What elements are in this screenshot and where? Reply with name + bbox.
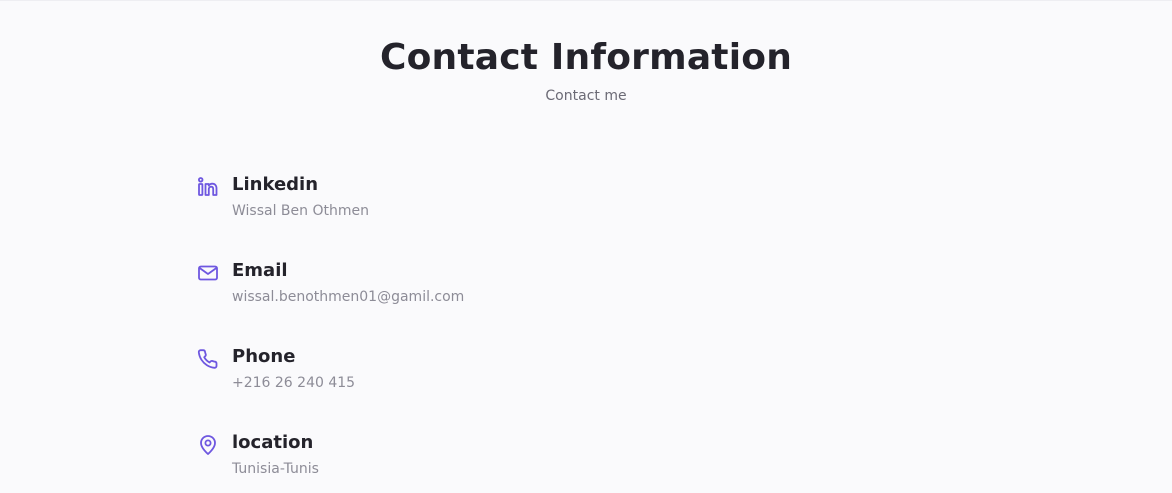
- phone-icon: [196, 347, 220, 371]
- contact-item-linkedin: Linkedin Wissal Ben Othmen: [196, 173, 616, 233]
- email-link[interactable]: wissal.benothmen01@gamil.com: [232, 288, 464, 306]
- location-text: Tunisia-Tunis: [232, 461, 319, 477]
- page-title: Contact Information: [379, 37, 793, 78]
- contact-item-location: location Tunisia-Tunis: [196, 431, 616, 491]
- contact-label: Phone: [232, 346, 296, 367]
- mail-icon: [196, 261, 220, 285]
- contact-label: location: [232, 432, 314, 453]
- contact-item-email: Email wissal.benothmen01@gamil.com: [196, 259, 616, 319]
- contact-item-phone: Phone +216 26 240 415: [196, 345, 616, 405]
- linkedin-icon: [196, 175, 220, 199]
- contact-label: Email: [232, 260, 288, 281]
- map-pin-icon: [196, 433, 220, 457]
- contact-label: Linkedin: [232, 174, 319, 195]
- page-subtitle: Contact me: [545, 88, 627, 104]
- linkedin-link[interactable]: Wissal Ben Othmen: [232, 202, 369, 220]
- phone-link[interactable]: +216 26 240 415: [232, 374, 355, 392]
